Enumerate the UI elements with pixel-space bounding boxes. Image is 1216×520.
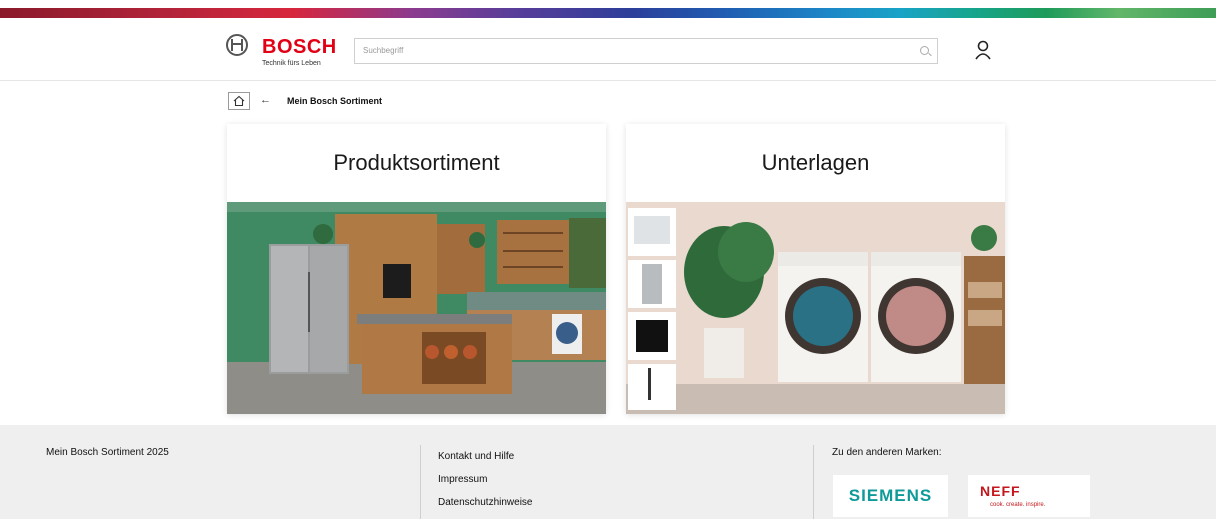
- footer-links: Kontakt und Hilfe Impressum Datenschutzh…: [438, 451, 533, 520]
- card-unterlagen[interactable]: Unterlagen: [626, 124, 1005, 414]
- breadcrumb-current: Mein Bosch Sortiment: [287, 96, 383, 106]
- kitchen-image[interactable]: [227, 202, 606, 414]
- card-title[interactable]: Produktsortiment: [227, 124, 606, 202]
- card-produktsortiment[interactable]: Produktsortiment: [227, 124, 606, 414]
- footer-divider: [813, 445, 814, 519]
- search-icon[interactable]: [920, 46, 929, 55]
- bosch-logo-icon[interactable]: [226, 34, 248, 56]
- brand-color-stripe: [0, 8, 1216, 18]
- back-arrow-icon[interactable]: ←: [260, 94, 271, 106]
- footer-link-impressum[interactable]: Impressum: [438, 474, 533, 497]
- footer-divider: [420, 445, 421, 519]
- home-icon[interactable]: [228, 92, 250, 110]
- other-brands-label: Zu den anderen Marken:: [832, 447, 942, 458]
- site-footer: Mein Bosch Sortiment 2025 Kontakt und Hi…: [0, 425, 1216, 519]
- siemens-logo[interactable]: SIEMENS: [833, 475, 948, 517]
- card-title[interactable]: Unterlagen: [626, 124, 1005, 202]
- search-placeholder: Suchbegriff: [363, 46, 404, 55]
- footer-link-datenschutz[interactable]: Datenschutzhinweise: [438, 497, 533, 520]
- brand-tagline: Technik fürs Leben: [262, 60, 321, 67]
- laundry-image[interactable]: [626, 202, 1005, 414]
- brand-logo-text[interactable]: BOSCH: [262, 36, 337, 59]
- neff-wordmark: NEFF: [980, 483, 1021, 499]
- site-header: BOSCH Technik fürs Leben Suchbegriff: [0, 18, 1216, 81]
- search-input[interactable]: Suchbegriff: [354, 38, 938, 64]
- user-icon[interactable]: [975, 40, 991, 60]
- neff-tagline: cook. create. inspire.: [990, 502, 1046, 508]
- footer-link-kontakt[interactable]: Kontakt und Hilfe: [438, 451, 533, 474]
- top-margin: [0, 0, 1216, 8]
- footer-title: Mein Bosch Sortiment 2025: [46, 447, 169, 458]
- neff-logo[interactable]: NEFF cook. create. inspire.: [968, 475, 1090, 517]
